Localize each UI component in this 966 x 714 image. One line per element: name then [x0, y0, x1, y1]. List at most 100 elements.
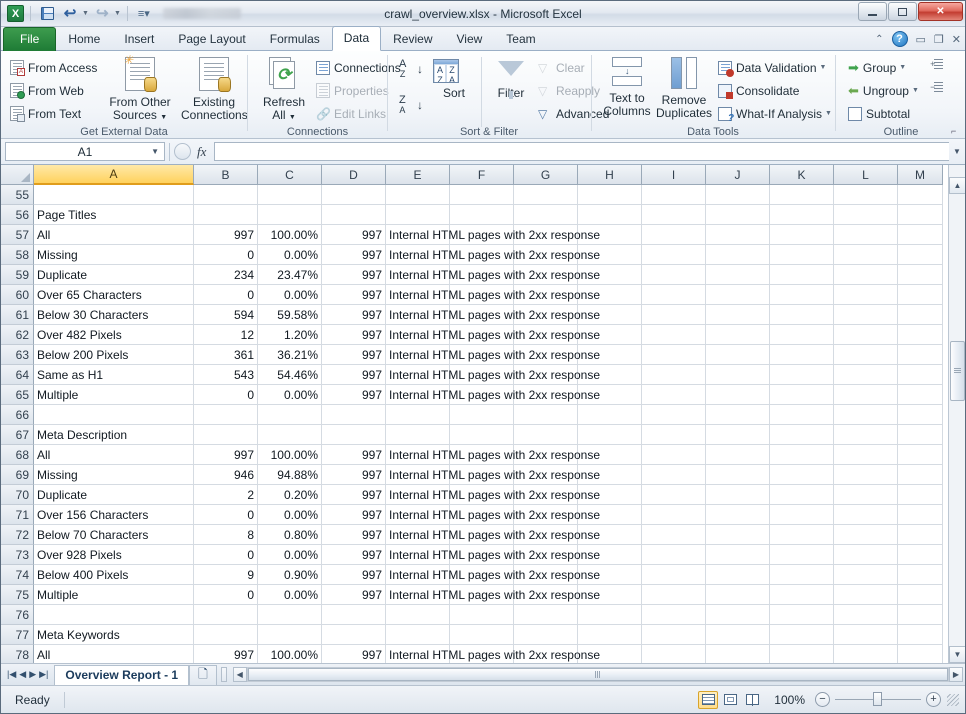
cell-m[interactable] [898, 545, 943, 565]
table-row[interactable]: 55 [1, 185, 947, 205]
cell-j[interactable] [706, 645, 770, 663]
cell-i[interactable] [642, 405, 706, 425]
cell-l[interactable] [834, 205, 898, 225]
group-dropdown-icon[interactable]: ▼ [899, 64, 906, 71]
cell-g[interactable] [514, 625, 578, 645]
table-row[interactable]: 71 Over 156 Characters 0 0.00% 997 Internal H… [1, 505, 947, 525]
cell-g[interactable] [514, 185, 578, 205]
cell-a[interactable]: Multiple [34, 585, 194, 605]
cell-i[interactable] [642, 445, 706, 465]
cell-c[interactable]: 100.00% [258, 445, 322, 465]
cell-k[interactable] [770, 545, 834, 565]
cell-e[interactable]: Internal HTML pages with 2xx response [386, 485, 600, 505]
cell-m[interactable] [898, 465, 943, 485]
cell-e[interactable]: Internal HTML pages with 2xx response [386, 225, 600, 245]
cell-j[interactable] [706, 385, 770, 405]
row-header[interactable]: 69 [1, 465, 34, 485]
cell-a[interactable]: Page Titles [34, 205, 194, 225]
sort-ascending-button[interactable]: AZ [399, 59, 406, 80]
page-break-view-button[interactable] [742, 691, 762, 709]
cell-l[interactable] [834, 225, 898, 245]
cell-j[interactable] [706, 225, 770, 245]
cell-e[interactable]: Internal HTML pages with 2xx response [386, 365, 600, 385]
cell-a[interactable]: All [34, 445, 194, 465]
cell-a[interactable]: Over 156 Characters [34, 505, 194, 525]
from-text-button[interactable]: From Text [7, 102, 100, 125]
cell-j[interactable] [706, 185, 770, 205]
cell-e[interactable]: Internal HTML pages with 2xx response [386, 325, 600, 345]
cell-m[interactable] [898, 285, 943, 305]
cell-e[interactable]: Internal HTML pages with 2xx response [386, 545, 600, 565]
select-all-corner[interactable] [1, 165, 34, 185]
cell-c[interactable]: 0.90% [258, 565, 322, 585]
cell-k[interactable] [770, 365, 834, 385]
table-row[interactable]: 69 Missing 946 94.88% 997 Internal HTML pages… [1, 465, 947, 485]
cell-j[interactable] [706, 605, 770, 625]
row-header[interactable]: 71 [1, 505, 34, 525]
cell-i[interactable] [642, 345, 706, 365]
cell-c[interactable]: 0.00% [258, 505, 322, 525]
cell-e[interactable] [386, 625, 450, 645]
cell-e[interactable]: Internal HTML pages with 2xx response [386, 465, 600, 485]
table-row[interactable]: 59 Duplicate 234 23.47% 997 Internal HTML pag… [1, 265, 947, 285]
cell-l[interactable] [834, 565, 898, 585]
cell-d[interactable]: 997 [322, 525, 386, 545]
cell-a[interactable]: Below 70 Characters [34, 525, 194, 545]
zoom-slider[interactable]: − + [815, 692, 941, 707]
cell-b[interactable]: 0 [194, 245, 258, 265]
expand-formula-bar-icon[interactable]: ▼ [949, 147, 965, 156]
show-detail-icon[interactable]: + [930, 58, 944, 74]
cell-l[interactable] [834, 545, 898, 565]
cell-k[interactable] [770, 445, 834, 465]
cell-c[interactable]: 0.00% [258, 245, 322, 265]
cell-d[interactable] [322, 605, 386, 625]
cell-k[interactable] [770, 465, 834, 485]
cell-f[interactable] [450, 425, 514, 445]
cell-i[interactable] [642, 485, 706, 505]
cell-a[interactable]: Over 928 Pixels [34, 545, 194, 565]
filter-button[interactable]: Filter [489, 61, 533, 100]
cell-j[interactable] [706, 285, 770, 305]
cell-m[interactable] [898, 305, 943, 325]
tab-split-handle[interactable] [220, 667, 227, 682]
cell-h[interactable] [578, 405, 642, 425]
cell-d[interactable]: 997 [322, 305, 386, 325]
table-row[interactable]: 72 Below 70 Characters 8 0.80% 997 Internal H… [1, 525, 947, 545]
workbook-minimize-icon[interactable]: ▭ [916, 33, 926, 46]
cell-j[interactable] [706, 325, 770, 345]
cell-c[interactable] [258, 185, 322, 205]
cell-b[interactable] [194, 425, 258, 445]
cell-j[interactable] [706, 565, 770, 585]
cell-b[interactable]: 946 [194, 465, 258, 485]
cell-a[interactable]: All [34, 645, 194, 663]
cell-e[interactable] [386, 205, 450, 225]
cell-e[interactable]: Internal HTML pages with 2xx response [386, 445, 600, 465]
name-box-dropdown-icon[interactable]: ▼ [151, 147, 159, 156]
cell-l[interactable] [834, 305, 898, 325]
cell-k[interactable] [770, 645, 834, 663]
table-row[interactable]: 65 Multiple 0 0.00% 997 Internal HTML pages w… [1, 385, 947, 405]
cell-j[interactable] [706, 265, 770, 285]
cell-m[interactable] [898, 425, 943, 445]
cell-b[interactable]: 361 [194, 345, 258, 365]
formula-input[interactable] [214, 142, 949, 161]
cell-k[interactable] [770, 265, 834, 285]
cell-l[interactable] [834, 285, 898, 305]
cell-d[interactable]: 997 [322, 345, 386, 365]
cell-e[interactable]: Internal HTML pages with 2xx response [386, 525, 600, 545]
cell-l[interactable] [834, 625, 898, 645]
sheet-tab-overview-report[interactable]: Overview Report - 1 [54, 664, 190, 685]
cell-l[interactable] [834, 465, 898, 485]
cell-d[interactable]: 997 [322, 265, 386, 285]
cell-i[interactable] [642, 545, 706, 565]
subtotal-button[interactable]: Subtotal [845, 102, 922, 125]
cell-d[interactable]: 997 [322, 585, 386, 605]
row-header[interactable]: 77 [1, 625, 34, 645]
cell-j[interactable] [706, 365, 770, 385]
cell-i[interactable] [642, 625, 706, 645]
cell-c[interactable]: 59.58% [258, 305, 322, 325]
normal-view-button[interactable] [698, 690, 719, 709]
prev-sheet-icon[interactable]: ◀ [19, 669, 26, 680]
cell-i[interactable] [642, 285, 706, 305]
next-sheet-icon[interactable]: ▶ [29, 669, 36, 680]
